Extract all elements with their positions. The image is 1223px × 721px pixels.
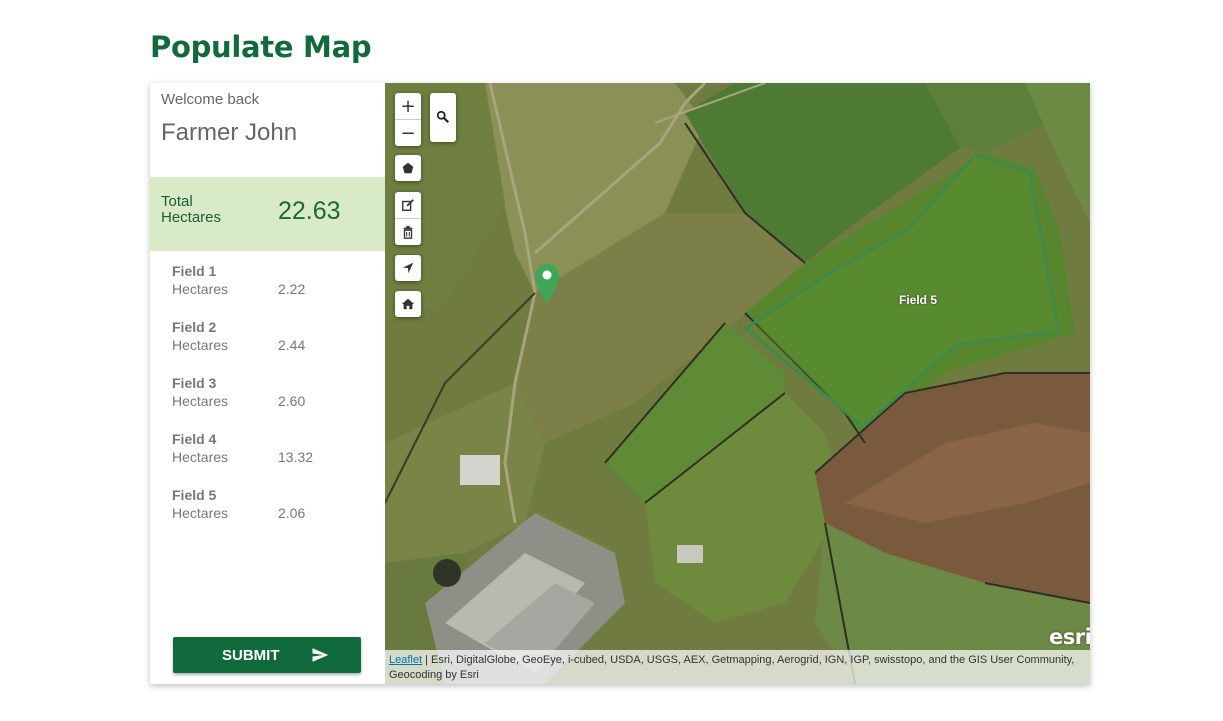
sidebar: Welcome back Farmer John Total Hectares … [150, 83, 385, 684]
field-unit: Hectares [172, 337, 229, 353]
leaflet-link[interactable]: Leaflet [389, 654, 422, 666]
send-icon [312, 648, 329, 662]
welcome-text: Welcome back [161, 91, 260, 108]
map-card: Welcome back Farmer John Total Hectares … [150, 83, 1090, 684]
field-unit: Hectares [172, 505, 229, 521]
edit-icon [402, 199, 414, 211]
navigation-arrow-icon [395, 255, 421, 281]
search-icon [430, 104, 456, 130]
field-value: 13.32 [278, 449, 314, 465]
total-value: 22.63 [278, 197, 341, 225]
submit-button[interactable]: SUBMIT [173, 637, 361, 673]
satellite-imagery [385, 83, 1090, 684]
field-value: 2.44 [278, 337, 306, 353]
zoom-in-button[interactable]: + [395, 93, 421, 119]
field-item-5: Field 5 Hectares 2.06 [172, 487, 362, 527]
field-unit: Hectares [172, 449, 229, 465]
home-button[interactable] [395, 291, 421, 317]
attribution-text: | Esri, DigitalGlobe, GeoEye, i-cubed, U… [389, 654, 1075, 681]
field-name: Field 1 [172, 263, 217, 279]
zoom-control: + − [395, 93, 421, 146]
field-item-1: Field 1 Hectares 2.22 [172, 263, 362, 303]
total-hectares-box: Total Hectares 22.63 [150, 177, 385, 251]
pentagon-icon [395, 155, 421, 181]
delete-button[interactable] [395, 219, 421, 245]
field-item-3: Field 3 Hectares 2.60 [172, 375, 362, 415]
field-value: 2.60 [278, 393, 306, 409]
page-title: Populate Map [150, 30, 372, 64]
total-label: Total Hectares [161, 193, 222, 226]
submit-label: SUBMIT [222, 647, 280, 664]
field-name: Field 4 [172, 431, 217, 447]
field-name: Field 2 [172, 319, 217, 335]
field-value: 2.22 [278, 281, 306, 297]
home-icon [395, 291, 421, 317]
zoom-out-button[interactable]: − [395, 120, 421, 146]
field-item-4: Field 4 Hectares 13.32 [172, 431, 362, 471]
map-view[interactable]: Field 5 + − esri Leaflet | Esri, Digital… [385, 83, 1090, 684]
field-item-2: Field 2 Hectares 2.44 [172, 319, 362, 359]
trash-icon [403, 225, 413, 239]
field-value: 2.06 [278, 505, 306, 521]
search-button[interactable] [430, 93, 456, 142]
draw-polygon-button[interactable] [395, 155, 421, 181]
field-unit: Hectares [172, 393, 229, 409]
user-name: Farmer John [161, 119, 298, 146]
polygon-label: Field 5 [899, 293, 938, 307]
field-name: Field 5 [172, 487, 217, 503]
edit-toolbar [395, 192, 421, 245]
map-pin-icon[interactable] [535, 264, 559, 304]
esri-logo: esri [1049, 625, 1090, 649]
field-unit: Hectares [172, 281, 229, 297]
map-attribution: Leaflet | Esri, DigitalGlobe, GeoEye, i-… [385, 650, 1090, 684]
locate-button[interactable] [395, 255, 421, 281]
field-name: Field 3 [172, 375, 217, 391]
edit-button[interactable] [395, 192, 421, 218]
